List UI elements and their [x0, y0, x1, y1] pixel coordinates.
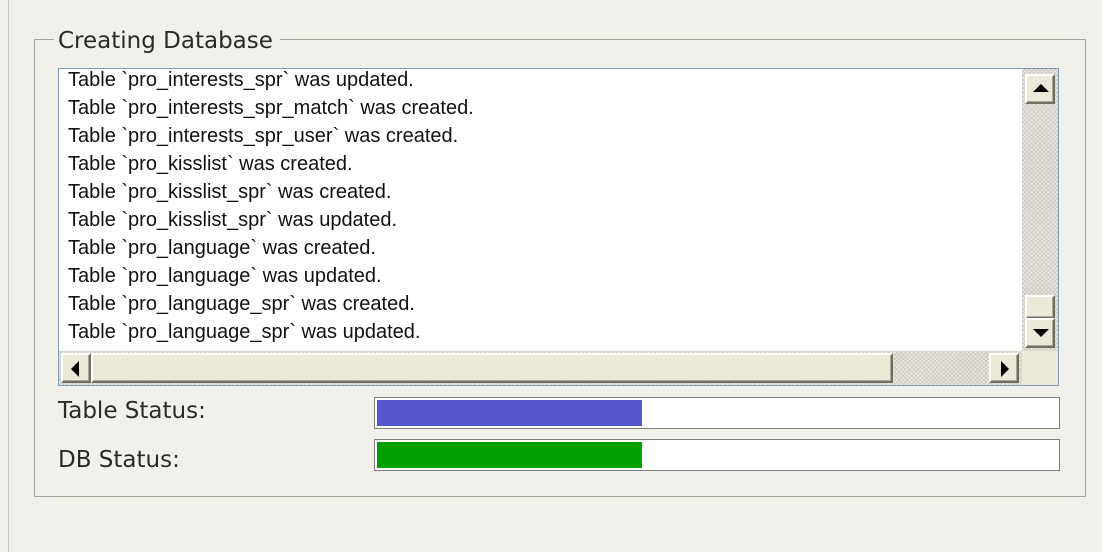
log-lines: Table `pro_interests_spr` was updated. T… — [68, 69, 1018, 348]
log-line: Table `pro_language_spr` was updated. — [68, 321, 421, 343]
vertical-scroll-thumb[interactable] — [1025, 295, 1055, 319]
scroll-down-arrow-icon — [1033, 329, 1049, 337]
table-status-label: Table Status: — [58, 398, 206, 424]
log-line: Table `pro_kisslist_spr` was created. — [68, 181, 392, 203]
log-line: Table `pro_language` was created. — [68, 237, 376, 259]
horizontal-scroll-thumb[interactable] — [91, 353, 893, 383]
log-line: Table `pro_language` was updated. — [68, 265, 382, 287]
log-line: Table `pro_kisslist_spr` was updated. — [68, 209, 398, 231]
horizontal-scrollbar[interactable] — [59, 351, 1022, 385]
scroll-up-button[interactable] — [1025, 74, 1055, 104]
log-line: Table `pro_interests_spr` was updated. — [68, 69, 414, 91]
scroll-right-button[interactable] — [989, 353, 1019, 383]
log-line: Table `pro_language_spr` was created. — [68, 293, 415, 315]
scroll-down-button[interactable] — [1025, 318, 1055, 348]
scroll-left-arrow-icon — [71, 361, 79, 377]
group-title: Creating Database — [54, 27, 280, 55]
log-line: Table `pro_interests_spr_user` was creat… — [68, 125, 459, 147]
log-line: Table `pro_interests_spr_match` was crea… — [68, 97, 474, 119]
scroll-left-button[interactable] — [61, 353, 91, 383]
scroll-up-arrow-icon — [1033, 84, 1049, 92]
db-status-progress — [374, 439, 1060, 471]
scroll-right-arrow-icon — [1001, 361, 1009, 377]
vertical-scrollbar[interactable] — [1022, 69, 1058, 351]
db-status-progress-fill — [377, 442, 643, 468]
db-status-label: DB Status: — [58, 447, 180, 473]
table-status-progress — [374, 397, 1060, 429]
table-status-progress-fill — [377, 400, 643, 426]
log-listbox[interactable]: Table `pro_interests_spr` was updated. T… — [58, 68, 1059, 386]
scrollbar-corner — [1022, 351, 1058, 385]
log-line: Table `pro_kisslist` was created. — [68, 153, 353, 175]
